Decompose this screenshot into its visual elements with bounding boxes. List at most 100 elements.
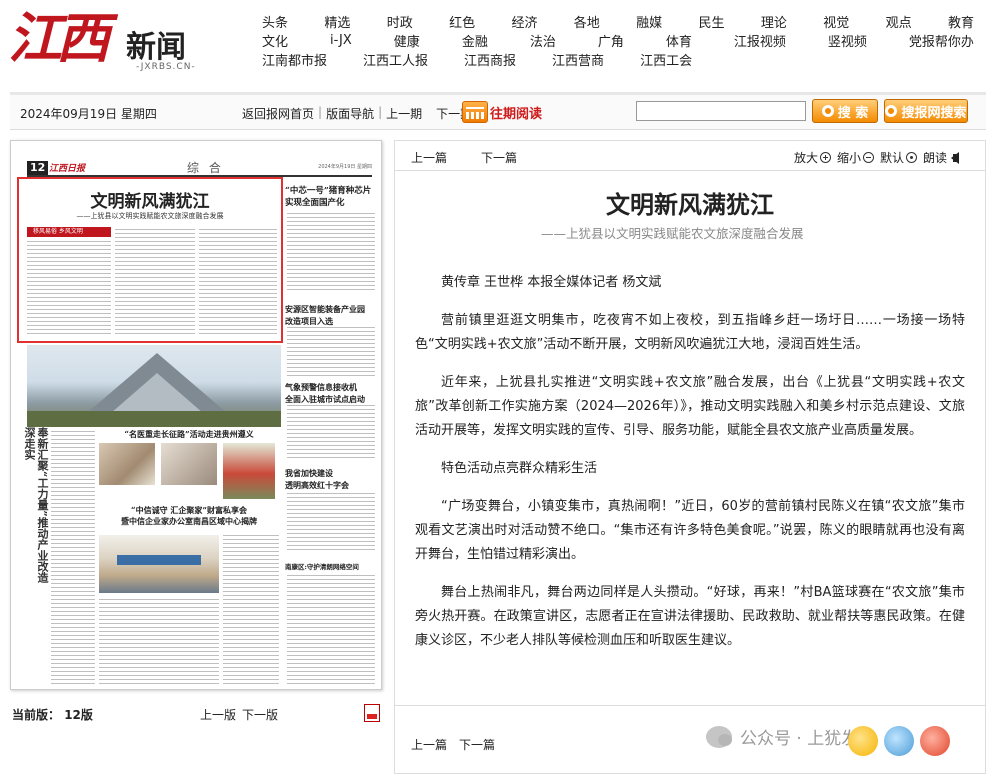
nav-link[interactable]: 金融 [462, 31, 488, 50]
page-date: 2024年9月19日 星期四 [318, 164, 372, 170]
article-body: 黄传章 王世桦 本报全媒体记者 杨文斌 营前镇里逛逛文明集市，吃夜宵不如上夜校，… [415, 271, 965, 667]
paper-name: 江西日报 [49, 164, 86, 174]
nav-link[interactable]: 江报视频 [734, 31, 786, 50]
paragraph: 近年来，上犹县扎实推进“文明实践+农文旅”融合发展，出台《上犹县“文明实践+农文… [415, 375, 965, 438]
nav-row-2: 文化 i-JX 健康 金融 法治 广角 体育 江报视频 竖视频 党报帮你办 [262, 31, 974, 50]
archive-button[interactable]: 往期阅读 [462, 101, 542, 123]
article-top-bar: 上一篇 下一篇 放大 缩小 默认 朗读 [395, 141, 985, 171]
floating-share-icons [848, 726, 956, 756]
nav-link[interactable]: 文化 [262, 31, 288, 50]
architecture-photo [27, 345, 281, 427]
thumb-article-tag: 移风易俗 乡风文明 [27, 227, 111, 237]
nav-link[interactable]: 理论 [761, 12, 787, 31]
side-headline-2[interactable]: 安源区智能装备产业园 改造项目入选 [285, 303, 377, 327]
mid-headline-1[interactable]: “名医重走长征路”活动走进贵州遵义 [99, 429, 279, 440]
side-headline-4[interactable]: 我省加快建设 透明高效红十字会 [285, 467, 377, 491]
nav-link[interactable]: 江西工会 [640, 50, 692, 69]
nav-link[interactable]: 江西营商 [552, 50, 604, 69]
nav-link[interactable]: 时政 [387, 12, 413, 31]
text-lines [287, 405, 375, 461]
text-lines [27, 241, 111, 337]
home-link[interactable]: 返回报网首页 [242, 105, 314, 122]
nav-link[interactable]: 竖视频 [828, 31, 867, 50]
nav-link[interactable]: 江西工人报 [363, 50, 428, 69]
read-label: 朗读 [922, 151, 947, 165]
next-article-link-bottom[interactable]: 下一篇 [459, 736, 495, 753]
nav-row-3: 江南都市报 江西工人报 江西商报 江西营商 江西工会 [262, 50, 974, 69]
zoom-in-button[interactable]: 放大 [794, 149, 831, 166]
nav-link[interactable]: 红色 [449, 12, 475, 31]
nav-link[interactable]: 各地 [574, 12, 600, 31]
default-size-button[interactable]: 默认 [880, 149, 917, 166]
tool-links: 返回报网首页 | 版面导航 | 上一期 下一期 [242, 105, 486, 122]
nav-link[interactable]: 精选 [324, 12, 350, 31]
minus-icon [862, 152, 874, 163]
prev-page-link[interactable]: 上一版 [200, 706, 236, 723]
nav-link[interactable]: 经济 [511, 12, 537, 31]
share-icon-red[interactable] [920, 726, 950, 756]
vertical-headline[interactable]: 奉新汇聚“工力量”推动产业改造深走实 [19, 427, 49, 587]
text-lines [223, 535, 279, 685]
text-lines [287, 327, 375, 377]
nav-link[interactable]: 教育 [948, 12, 974, 31]
mid-headline-2[interactable]: “中信诚守 汇企聚家”财富私享会 暨中信企业家办公室南昌区域中心揭牌 [99, 505, 279, 527]
plus-icon [819, 152, 831, 163]
toolbar: 2024年09月19日 星期四 返回报网首页 | 版面导航 | 上一期 下一期 往期… [10, 92, 986, 130]
nav-link[interactable]: 头条 [262, 12, 288, 31]
site-search-button[interactable]: 搜报网搜索 [884, 99, 968, 123]
byline: 黄传章 王世桦 本报全媒体记者 杨文斌 [441, 275, 662, 290]
paragraph: 舞台上热闹非凡，舞台两边同样是人头攒动。“好球，再来！”村BA篮球赛在“农文旅”… [415, 585, 965, 648]
nav-link[interactable]: 融媒 [636, 12, 662, 31]
default-label: 默认 [879, 151, 904, 165]
search-icon [821, 105, 834, 117]
next-article-link[interactable]: 下一篇 [481, 149, 517, 166]
side-headline-3[interactable]: 气象预警信息接收机 全面入驻城市试点启动 [285, 381, 377, 405]
layout-nav-link[interactable]: 版面导航 [326, 105, 374, 122]
zoom-out-button[interactable]: 缩小 [837, 149, 874, 166]
nav-link[interactable]: 江西商报 [464, 50, 516, 69]
page-nav-bar: 当前版： 12版 上一版 下一版 [10, 704, 382, 726]
read-aloud-button[interactable]: 朗读 [923, 149, 959, 166]
current-page-label: 当前版： [12, 708, 61, 722]
nav-link[interactable]: 视觉 [823, 12, 849, 31]
nav-link[interactable]: 民生 [699, 12, 725, 31]
archive-label: 往期阅读 [490, 106, 543, 122]
page-section: 综 合 [187, 161, 224, 175]
site-logo[interactable]: 江西 新闻 -JXRBS.CN- [8, 6, 208, 78]
prev-article-link[interactable]: 上一篇 [411, 149, 447, 166]
search-input[interactable] [636, 101, 806, 121]
event-photo [99, 443, 155, 485]
nav-link[interactable]: 广角 [598, 31, 624, 50]
nav-link[interactable]: 观点 [886, 12, 912, 31]
side-headline-5[interactable]: 南康区:守护清朗网络空间 [285, 561, 377, 573]
divider: | [378, 105, 383, 119]
nav-link[interactable]: 江南都市报 [262, 50, 327, 69]
logo-name: 新闻 [126, 30, 186, 65]
side-headline-1[interactable]: “中芯一号”猪育种芯片 实现全面国产化 [285, 185, 377, 209]
selected-article-region[interactable]: 文明新风满犹江 ——上犹县以文明实践赋能农文旅深度融合发展 移风易俗 乡风文明 [17, 177, 283, 343]
nav-link[interactable]: 法治 [530, 31, 556, 50]
pdf-icon[interactable] [364, 704, 380, 722]
search-button-label: 搜 索 [837, 105, 869, 121]
speaker-icon [951, 151, 959, 164]
text-lines [287, 575, 375, 685]
prev-issue-link[interactable]: 上一期 [386, 105, 422, 122]
share-icon-blue[interactable] [884, 726, 914, 756]
article-title: 文明新风满犹江 [606, 191, 774, 219]
logo-url: -JXRBS.CN- [136, 62, 196, 72]
nav-link[interactable]: i-JX [330, 33, 352, 48]
newspaper-page-thumbnail[interactable]: 12 江西日报 综 合 2024年9月19日 星期四 文明新风满犹江 ——上犹县… [10, 140, 382, 690]
next-page-link[interactable]: 下一版 [242, 706, 278, 723]
share-icon-yellow[interactable] [848, 726, 878, 756]
nav-link[interactable]: 体育 [666, 31, 692, 50]
current-page-value: 12版 [64, 708, 93, 722]
search-button[interactable]: 搜 索 [812, 99, 878, 123]
nav-link[interactable]: 健康 [394, 31, 420, 50]
nav-link[interactable]: 党报帮你办 [909, 31, 974, 50]
event-photo [161, 443, 217, 485]
site-search-label: 搜报网搜索 [901, 105, 967, 121]
thumb-article-title: 文明新风满犹江 [90, 192, 210, 212]
reading-tools: 放大 缩小 默认 朗读 [788, 149, 959, 166]
prev-article-link-bottom[interactable]: 上一篇 [411, 736, 447, 753]
text-lines [287, 213, 375, 293]
